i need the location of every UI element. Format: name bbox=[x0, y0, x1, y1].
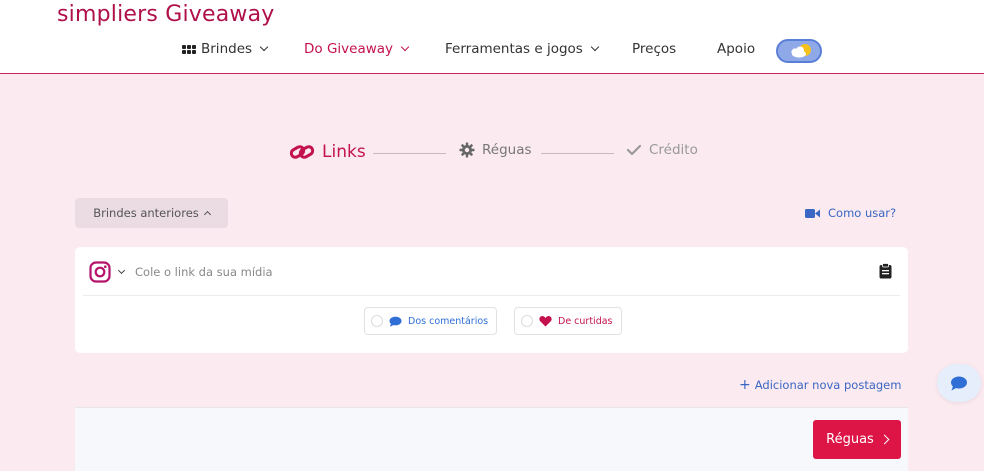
step-label: Links bbox=[322, 142, 366, 162]
step-links[interactable]: Links bbox=[289, 142, 366, 162]
grid-icon bbox=[182, 44, 196, 54]
step-progress: Links Réguas Crédito bbox=[0, 142, 984, 166]
chevron-down-icon bbox=[400, 42, 410, 52]
step-credito[interactable]: Crédito bbox=[626, 142, 698, 158]
comment-icon bbox=[389, 316, 402, 327]
nav-item-label: Brindes bbox=[201, 41, 253, 57]
nav-item-brindes[interactable]: Brindes bbox=[182, 41, 269, 57]
check-icon bbox=[626, 144, 642, 156]
paste-button[interactable] bbox=[879, 263, 892, 283]
nav-item-apoio[interactable]: Apoio bbox=[717, 41, 755, 57]
instagram-icon bbox=[89, 261, 111, 283]
platform-selector[interactable] bbox=[89, 261, 126, 283]
media-link-input[interactable] bbox=[135, 262, 835, 282]
step-reguas[interactable]: Réguas bbox=[459, 142, 532, 158]
option-from-likes[interactable]: De curtidas bbox=[514, 307, 622, 335]
chat-button[interactable] bbox=[937, 364, 981, 402]
nav-item-label: Ferramentas e jogos bbox=[445, 41, 583, 57]
how-to-use-label: Como usar? bbox=[828, 206, 897, 220]
sun-cloud-icon bbox=[791, 44, 811, 58]
option-label: De curtidas bbox=[558, 315, 613, 327]
radio-button[interactable] bbox=[371, 315, 383, 327]
chevron-up-icon bbox=[203, 210, 211, 219]
heart-icon bbox=[539, 316, 552, 327]
add-post-link[interactable]: + Adicionar nova postagem bbox=[739, 378, 901, 392]
clipboard-icon bbox=[879, 263, 892, 279]
step-connector bbox=[373, 153, 446, 154]
option-from-comments[interactable]: Dos comentários bbox=[364, 307, 498, 335]
chevron-down-icon bbox=[259, 42, 269, 52]
main-nav: Brindes Do Giveaway Ferramentas e jogos … bbox=[0, 41, 984, 61]
video-camera-icon bbox=[805, 208, 820, 218]
nav-item-label: Preços bbox=[632, 41, 677, 57]
step-label: Crédito bbox=[649, 142, 698, 158]
chevron-down-icon bbox=[117, 266, 126, 275]
link-icon bbox=[289, 145, 315, 159]
chevron-down-icon bbox=[590, 42, 600, 52]
previous-giveaways-button[interactable]: Brindes anteriores bbox=[75, 198, 228, 228]
card-divider bbox=[83, 295, 900, 296]
link-card: Dos comentários De curtidas bbox=[75, 247, 908, 353]
chevron-right-icon bbox=[879, 434, 890, 445]
radio-button[interactable] bbox=[521, 315, 533, 327]
next-step-button[interactable]: Réguas bbox=[813, 420, 901, 459]
nav-item-label: Do Giveaway bbox=[304, 41, 394, 57]
step-connector bbox=[541, 153, 614, 154]
nav-item-ferramentas[interactable]: Ferramentas e jogos bbox=[445, 41, 600, 57]
how-to-use-link[interactable]: Como usar? bbox=[805, 206, 896, 220]
bottom-panel bbox=[75, 407, 908, 471]
nav-item-precos[interactable]: Preços bbox=[632, 41, 676, 57]
nav-item-label: Apoio bbox=[717, 41, 756, 57]
gear-icon bbox=[459, 142, 475, 158]
site-header: simpliers Giveaway Brindes Do Giveaway F… bbox=[0, 0, 984, 74]
add-post-label: Adicionar nova postagem bbox=[754, 378, 902, 392]
previous-giveaways-label: Brindes anteriores bbox=[93, 206, 199, 220]
plus-icon: + bbox=[739, 377, 751, 393]
nav-item-do-giveaway[interactable]: Do Giveaway bbox=[304, 41, 410, 57]
step-label: Réguas bbox=[482, 142, 532, 158]
option-label: Dos comentários bbox=[408, 315, 489, 327]
next-step-label: Réguas bbox=[826, 432, 874, 447]
theme-toggle[interactable] bbox=[776, 39, 822, 63]
brand-logo[interactable]: simpliers Giveaway bbox=[57, 2, 275, 27]
chat-icon bbox=[951, 376, 967, 390]
